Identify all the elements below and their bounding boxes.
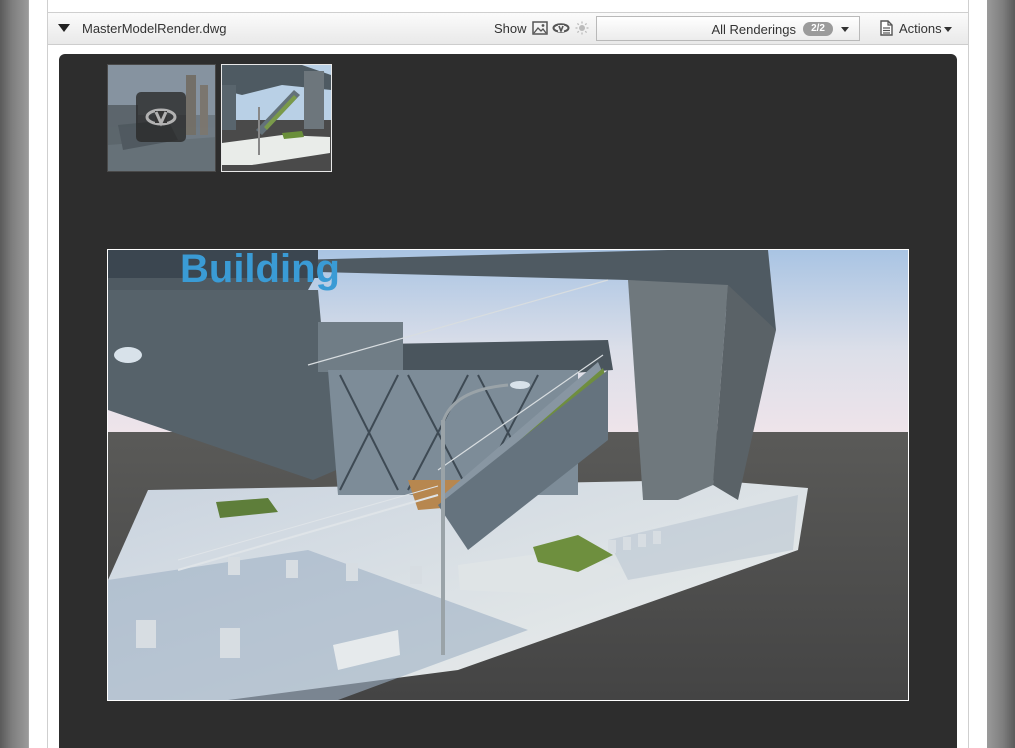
page: MasterModelRender.dwg Show All Rendering… [29, 0, 987, 748]
renderings-count-badge: 2/2 [803, 22, 833, 36]
rendering-thumbnail-2[interactable] [221, 64, 332, 172]
rendering-thumbnail-1[interactable] [107, 64, 216, 172]
main-rendering-image[interactable]: Building [107, 249, 909, 701]
panel-header: MasterModelRender.dwg Show All Rendering… [48, 13, 968, 45]
chevron-down-icon [841, 27, 849, 32]
rendering-viewer: Building [59, 54, 957, 748]
show-label: Show [494, 21, 527, 36]
renderings-dropdown-label: All Renderings [711, 22, 796, 37]
document-icon [880, 20, 893, 41]
rendering-panel: MasterModelRender.dwg Show All Rendering… [47, 13, 969, 748]
building-sign-text: Building [180, 250, 340, 291]
chevron-down-icon [944, 27, 952, 32]
file-name: MasterModelRender.dwg [82, 21, 227, 36]
sun-icon[interactable] [574, 21, 590, 35]
image-icon[interactable] [532, 21, 548, 35]
actions-label: Actions [899, 21, 942, 36]
collapse-triangle-icon[interactable] [58, 24, 70, 32]
actions-button[interactable]: Actions [868, 16, 966, 41]
orbit-icon [136, 92, 186, 142]
top-panel-edge [47, 0, 969, 13]
orbit-icon[interactable] [552, 21, 570, 35]
renderings-dropdown[interactable]: All Renderings 2/2 [596, 16, 860, 41]
